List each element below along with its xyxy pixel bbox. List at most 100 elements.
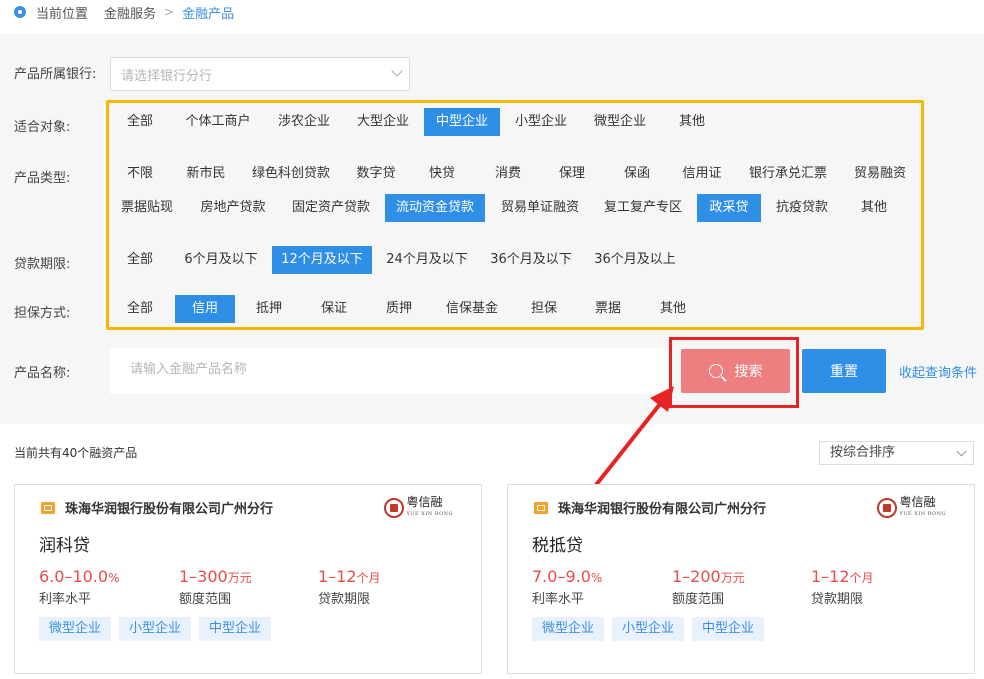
reset-button[interactable]: 重置 (802, 349, 886, 393)
term-option-12m[interactable]: 12个月及以下 (272, 246, 372, 274)
card-bank-name: 珠海华润银行股份有限公司广州分行 (65, 502, 274, 517)
term-option-6m[interactable]: 6个月及以下 (178, 246, 264, 274)
type-option-resumption[interactable]: 复工复产专区 (598, 194, 688, 222)
target-option-other[interactable]: 其他 (670, 108, 714, 136)
guarantee-option-guaranty[interactable]: 保证 (310, 295, 358, 323)
type-option-bill-discount[interactable]: 票据贴现 (115, 194, 179, 222)
target-option-small[interactable]: 小型企业 (508, 108, 574, 136)
type-option-factoring[interactable]: 保理 (548, 160, 596, 188)
rate-value: 7.0–9.0 (532, 567, 591, 586)
term-option-24m[interactable]: 24个月及以下 (382, 246, 472, 274)
type-option-gov-procurement[interactable]: 政采贷 (697, 194, 761, 222)
card-rate: 7.0–9.0% 利率水平 (532, 567, 602, 607)
term-value: 1–12 (318, 567, 357, 586)
search-button-label: 搜索 (734, 364, 763, 380)
chevron-down-icon (391, 65, 403, 77)
seal-icon (876, 498, 897, 518)
sort-select-value: 按综合排序 (830, 445, 896, 460)
guarantee-option-bill[interactable]: 票据 (584, 295, 632, 323)
reset-button-label: 重置 (830, 364, 858, 380)
target-option-medium[interactable]: 中型企业 (424, 108, 500, 136)
type-option-guarantee-letter[interactable]: 保函 (613, 160, 661, 188)
product-card[interactable]: 珠海华润银行股份有限公司广州分行 粤信融 YUE XIN RONG 润科贷 6.… (14, 484, 482, 674)
guarantee-option-pledge[interactable]: 质押 (375, 295, 423, 323)
card-bank: 珠海华润银行股份有限公司广州分行 (41, 498, 273, 517)
guarantee-option-other[interactable]: 其他 (649, 295, 697, 323)
type-option-epidemic[interactable]: 抗疫贷款 (770, 194, 834, 222)
card-amount: 1–300万元 额度范围 (179, 567, 252, 607)
product-name-placeholder: 请输入金融产品名称 (130, 362, 248, 377)
term-unit: 个月 (849, 571, 874, 585)
bank-select-placeholder: 请选择银行分行 (121, 68, 213, 84)
type-option-letter-of-credit[interactable]: 信用证 (674, 160, 730, 188)
target-filter-label: 适合对象: (14, 120, 71, 135)
type-option-consumer[interactable]: 消费 (484, 160, 532, 188)
guarantee-filter-label: 担保方式: (14, 306, 71, 321)
amount-unit: 万元 (227, 571, 252, 585)
type-option-unlimited[interactable]: 不限 (115, 160, 165, 188)
type-option-working-capital[interactable]: 流动资金贷款 (385, 194, 485, 222)
amount-unit: 万元 (720, 571, 745, 585)
brand-logo: 粤信融 YUE XIN RONG (876, 496, 947, 520)
target-option-all[interactable]: 全部 (115, 108, 165, 136)
card-rate: 6.0–10.0% 利率水平 (39, 567, 119, 607)
brand-pinyin: YUE XIN RONG (406, 511, 453, 517)
target-option-micro[interactable]: 微型企业 (586, 108, 654, 136)
type-option-trade-document[interactable]: 贸易单证融资 (495, 194, 585, 222)
search-icon (708, 364, 723, 378)
type-option-bank-acceptance[interactable]: 银行承兑汇票 (744, 160, 832, 188)
sort-select[interactable]: 按综合排序 (819, 441, 974, 465)
breadcrumb-item-finance-service[interactable]: 金融服务 (104, 3, 156, 22)
product-card[interactable]: 珠海华润银行股份有限公司广州分行 粤信融 YUE XIN RONG 税抵贷 7.… (507, 484, 975, 674)
guarantee-option-all[interactable]: 全部 (115, 295, 165, 323)
collapse-filters-link[interactable]: 收起查询条件 (899, 362, 977, 381)
brand-name: 粤信融 (406, 495, 443, 509)
type-option-quick[interactable]: 快贷 (418, 160, 466, 188)
rate-value: 6.0–10.0 (39, 567, 109, 586)
term-unit: 个月 (356, 571, 381, 585)
type-option-digital[interactable]: 数字贷 (348, 160, 404, 188)
rate-unit: % (108, 571, 120, 585)
term-filter-label: 贷款期限: (14, 257, 71, 272)
bank-logo-icon (41, 501, 55, 514)
name-filter-label: 产品名称: (14, 366, 71, 381)
type-option-green-tech[interactable]: 绿色科创贷款 (246, 160, 336, 188)
term-label: 贷款期限 (318, 592, 371, 607)
target-option-large[interactable]: 大型企业 (350, 108, 416, 136)
card-term: 1–12个月 贷款期限 (318, 567, 381, 607)
target-option-individual[interactable]: 个体工商户 (178, 108, 258, 136)
card-bank: 珠海华润银行股份有限公司广州分行 (534, 498, 766, 517)
type-option-real-estate[interactable]: 房地产贷款 (194, 194, 272, 222)
type-option-new-citizen[interactable]: 新市民 (178, 160, 234, 188)
term-option-all[interactable]: 全部 (115, 246, 165, 274)
type-filter-label: 产品类型: (14, 171, 71, 186)
term-value: 1–12 (811, 567, 850, 586)
bank-filter-label: 产品所属银行: (14, 67, 97, 82)
guarantee-option-credit[interactable]: 信用 (175, 295, 235, 323)
type-option-other[interactable]: 其他 (852, 194, 896, 222)
type-option-fixed-asset[interactable]: 固定资产贷款 (286, 194, 376, 222)
amount-label: 额度范围 (672, 592, 725, 607)
term-label: 贷款期限 (811, 592, 864, 607)
result-count: 当前共有40个融资产品 (14, 446, 138, 460)
guarantee-option-mortgage[interactable]: 抵押 (245, 295, 293, 323)
target-option-agricultural[interactable]: 涉农企业 (270, 108, 338, 136)
amount-label: 额度范围 (179, 592, 232, 607)
seal-icon (383, 498, 404, 518)
amount-value: 1–300 (179, 567, 228, 586)
search-button[interactable]: 搜索 (681, 349, 790, 393)
guarantee-option-credit-fund[interactable]: 信保基金 (440, 295, 504, 323)
guarantee-option-assurance[interactable]: 担保 (520, 295, 568, 323)
card-term: 1–12个月 贷款期限 (811, 567, 874, 607)
card-title[interactable]: 税抵贷 (532, 531, 583, 556)
type-option-trade-finance[interactable]: 贸易融资 (848, 160, 912, 188)
card-tag: 微型企业 (532, 617, 605, 641)
chevron-right-icon: > (164, 5, 175, 19)
card-title[interactable]: 润科贷 (39, 531, 90, 556)
breadcrumb-current: 金融产品 (182, 6, 235, 22)
rate-label: 利率水平 (39, 592, 92, 607)
term-option-36m-above[interactable]: 36个月及以上 (590, 246, 680, 274)
location-icon (14, 6, 26, 18)
bank-select[interactable]: 请选择银行分行 (110, 57, 410, 91)
term-option-36m-below[interactable]: 36个月及以下 (486, 246, 576, 274)
